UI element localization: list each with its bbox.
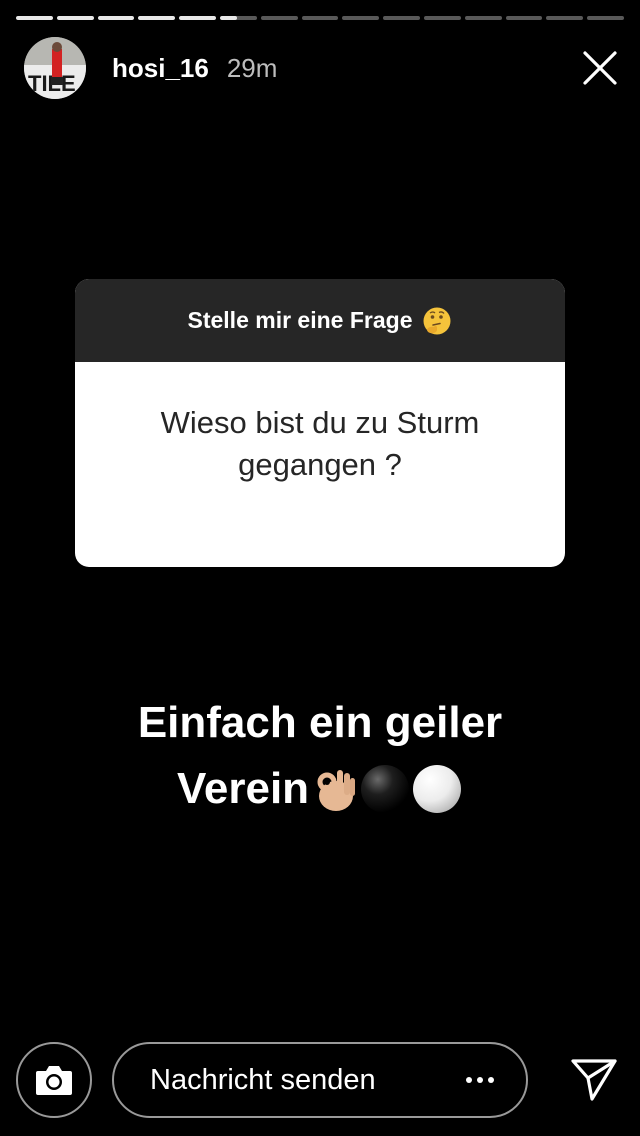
avatar[interactable]: TILE	[24, 37, 86, 99]
progress-segment-fill	[56, 16, 94, 20]
progress-segment-fill	[179, 16, 216, 20]
white-circle-icon	[413, 765, 462, 813]
progress-segment	[383, 16, 420, 20]
progress-segment	[16, 16, 53, 20]
progress-segment	[97, 16, 135, 20]
progress-segment	[587, 16, 624, 20]
story-footer: Nachricht senden	[16, 1040, 624, 1120]
question-sticker-body: Wieso bist du zu Sturm gegangen ?	[75, 362, 565, 567]
camera-button[interactable]	[16, 1042, 92, 1118]
progress-segment-fill	[138, 16, 176, 20]
question-sticker-header: Stelle mir eine Frage	[75, 279, 565, 362]
progress-segment-fill	[16, 16, 53, 20]
answer-text: Einfach ein geiler Verein	[60, 690, 580, 822]
progress-segment	[464, 16, 502, 20]
message-input[interactable]: Nachricht senden	[112, 1042, 528, 1118]
progress-segment	[342, 16, 380, 20]
progress-segment-fill	[219, 16, 237, 20]
progress-segment	[546, 16, 584, 20]
progress-segment-fill	[97, 16, 135, 20]
progress-segment	[138, 16, 176, 20]
progress-segment	[505, 16, 543, 20]
more-options-icon[interactable]	[466, 1077, 494, 1083]
answer-line-1: Einfach ein geiler	[137, 698, 503, 747]
progress-segment	[260, 16, 298, 20]
question-sticker-title: Stelle mir eine Frage	[187, 307, 413, 333]
progress-segment	[179, 16, 216, 20]
progress-segment	[423, 16, 461, 20]
progress-segment	[301, 16, 339, 20]
camera-icon	[36, 1066, 72, 1095]
story-header: TILE hosi_16 29m	[24, 36, 620, 100]
thinking-face-icon	[423, 307, 451, 334]
direct-send-icon	[571, 1059, 617, 1101]
black-circle-icon	[361, 765, 410, 813]
send-button[interactable]	[564, 1050, 624, 1110]
answer-line-2: Verein	[176, 764, 310, 813]
message-placeholder: Nachricht senden	[150, 1063, 376, 1096]
question-sticker[interactable]: Stelle mir eine Frage Wieso bist du zu S…	[75, 279, 565, 567]
question-text: Wieso bist du zu Sturm gegangen ?	[160, 405, 480, 482]
progress-segment	[56, 16, 94, 20]
close-button[interactable]	[580, 48, 620, 88]
username[interactable]: hosi_16	[112, 53, 209, 84]
post-time: 29m	[226, 52, 278, 83]
ok-hand-icon	[317, 770, 356, 811]
story-progress-bar	[16, 16, 624, 20]
progress-segment	[219, 16, 257, 20]
close-icon	[583, 51, 617, 85]
